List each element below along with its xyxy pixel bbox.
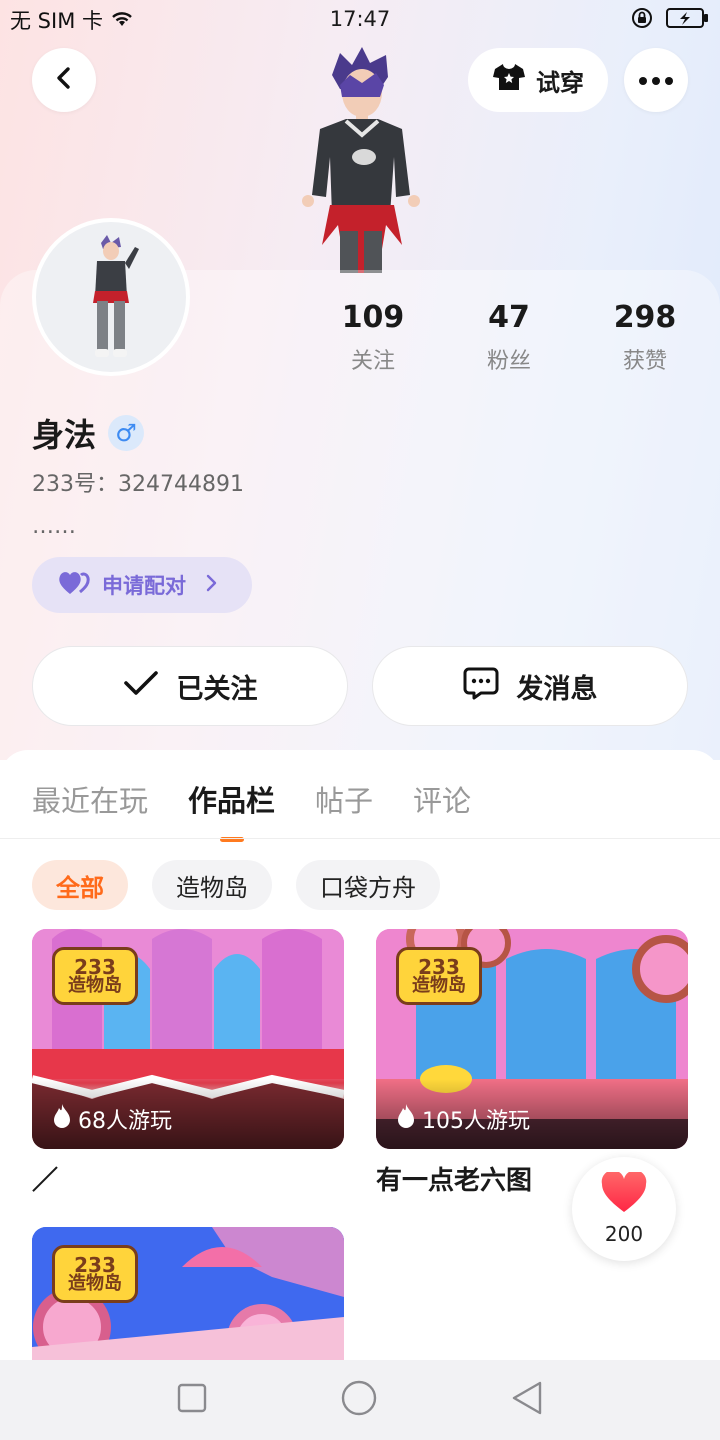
request-pair-label: 申请配对 — [102, 574, 186, 598]
play-count-overlay: 105人游玩 — [376, 1079, 688, 1149]
play-count-overlay: 68人游玩 — [32, 1079, 344, 1149]
heart-icon — [600, 1170, 648, 1218]
stat-label: 粉丝 — [486, 349, 531, 374]
more-button[interactable] — [624, 48, 688, 112]
shirt-icon — [492, 62, 526, 98]
work-thumbnail: 233 造物岛 105人游玩 — [376, 929, 688, 1149]
try-on-button[interactable]: 试穿 — [468, 48, 608, 112]
send-message-label: 发消息 — [516, 673, 598, 705]
status-bar: 无 SIM 卡 — [0, 0, 720, 40]
work-title[interactable]: 有一点老六图 — [376, 1160, 532, 1197]
like-count: 200 — [604, 1222, 644, 1246]
filter-creation-island[interactable]: 造物岛 — [152, 860, 272, 910]
recent-apps-icon[interactable] — [176, 1382, 208, 1418]
tab-recent[interactable]: 最近在玩 — [32, 778, 148, 844]
play-count: 105人游玩 — [422, 1109, 530, 1134]
avatar[interactable] — [32, 218, 190, 376]
chat-bubble-icon — [463, 666, 499, 707]
work-card[interactable]: 233 造物岛 — [32, 1227, 344, 1360]
creation-island-logo: 233 造物岛 — [52, 947, 138, 1005]
stat-value: 109 — [341, 300, 405, 335]
try-on-label: 试穿 — [536, 68, 584, 97]
male-icon: ♂ — [108, 415, 145, 451]
like-button[interactable]: 200 — [572, 1157, 676, 1261]
battery-icon — [666, 7, 710, 34]
tab-posts[interactable]: 帖子 — [315, 778, 373, 844]
request-pair-button[interactable]: 申请配对 — [32, 557, 252, 613]
user-bio: …… — [32, 514, 76, 539]
carrier-text: 无 SIM 卡 — [10, 9, 103, 33]
following-label: 已关注 — [176, 673, 258, 705]
stat-label: 关注 — [350, 349, 395, 374]
creation-island-logo: 233 造物岛 — [52, 1245, 138, 1303]
tab-comments[interactable]: 评论 — [413, 778, 471, 844]
tab-label: 作品栏 — [188, 784, 276, 818]
heart-pair-icon — [58, 570, 90, 601]
filter-chips: 全部 造物岛 口袋方舟 — [32, 860, 440, 910]
filter-pocket-ark[interactable]: 口袋方舟 — [296, 860, 440, 910]
chevron-right-icon — [206, 573, 218, 598]
profile-stats: 109 关注 47 粉丝 298 获赞 — [305, 300, 713, 375]
tab-label: 帖子 — [315, 784, 374, 818]
stat-label: 获赞 — [622, 349, 667, 374]
play-count: 68人游玩 — [78, 1109, 172, 1134]
flame-icon — [52, 1103, 72, 1135]
stat-followers[interactable]: 47 粉丝 — [441, 300, 577, 375]
avatar-character-image[interactable] — [290, 45, 430, 273]
stat-value: 298 — [613, 300, 677, 335]
check-icon — [123, 669, 159, 704]
logo-text: 造物岛 — [68, 1273, 122, 1294]
back-button[interactable] — [32, 48, 96, 112]
logo-text: 233 — [74, 955, 116, 979]
creation-island-logo: 233 造物岛 — [396, 947, 482, 1005]
filter-all[interactable]: 全部 — [32, 860, 128, 910]
home-icon[interactable] — [340, 1379, 378, 1421]
back-triangle-icon[interactable] — [510, 1380, 544, 1420]
system-nav-bar — [0, 1360, 720, 1440]
name-row: 身法 ♂ — [32, 410, 145, 456]
divider — [0, 838, 720, 839]
send-message-button[interactable]: 发消息 — [372, 646, 688, 726]
more-horizontal-icon — [638, 71, 674, 90]
stat-following[interactable]: 109 关注 — [305, 300, 441, 375]
following-button[interactable]: 已关注 — [32, 646, 348, 726]
work-card[interactable]: 233 造物岛 105人游玩 — [376, 929, 688, 1149]
tab-label: 最近在玩 — [32, 784, 149, 818]
stat-likes[interactable]: 298 获赞 — [577, 300, 713, 375]
logo-text: 233 — [74, 1253, 116, 1277]
rotation-lock-icon — [630, 6, 654, 35]
logo-text: 造物岛 — [412, 975, 466, 996]
work-card[interactable]: 233 造物岛 68人游玩 — [32, 929, 344, 1149]
avatar-image — [36, 222, 186, 372]
tab-works[interactable]: 作品栏 — [188, 778, 275, 844]
flame-icon — [396, 1103, 416, 1135]
chevron-left-icon — [51, 65, 77, 95]
work-thumbnail: 233 造物岛 68人游玩 — [32, 929, 344, 1149]
user-name: 身法 — [32, 416, 97, 454]
stat-value: 47 — [488, 300, 530, 335]
tab-label: 评论 — [413, 784, 472, 818]
work-title[interactable]: ／ — [32, 1160, 58, 1197]
wifi-icon — [109, 8, 135, 33]
tab-bar: 最近在玩 作品栏 帖子 评论 — [32, 778, 471, 844]
logo-text: 233 — [418, 955, 460, 979]
work-thumbnail: 233 造物岛 — [32, 1227, 344, 1360]
user-id[interactable]: 233号：324744891 — [32, 466, 244, 498]
logo-text: 造物岛 — [68, 975, 122, 996]
